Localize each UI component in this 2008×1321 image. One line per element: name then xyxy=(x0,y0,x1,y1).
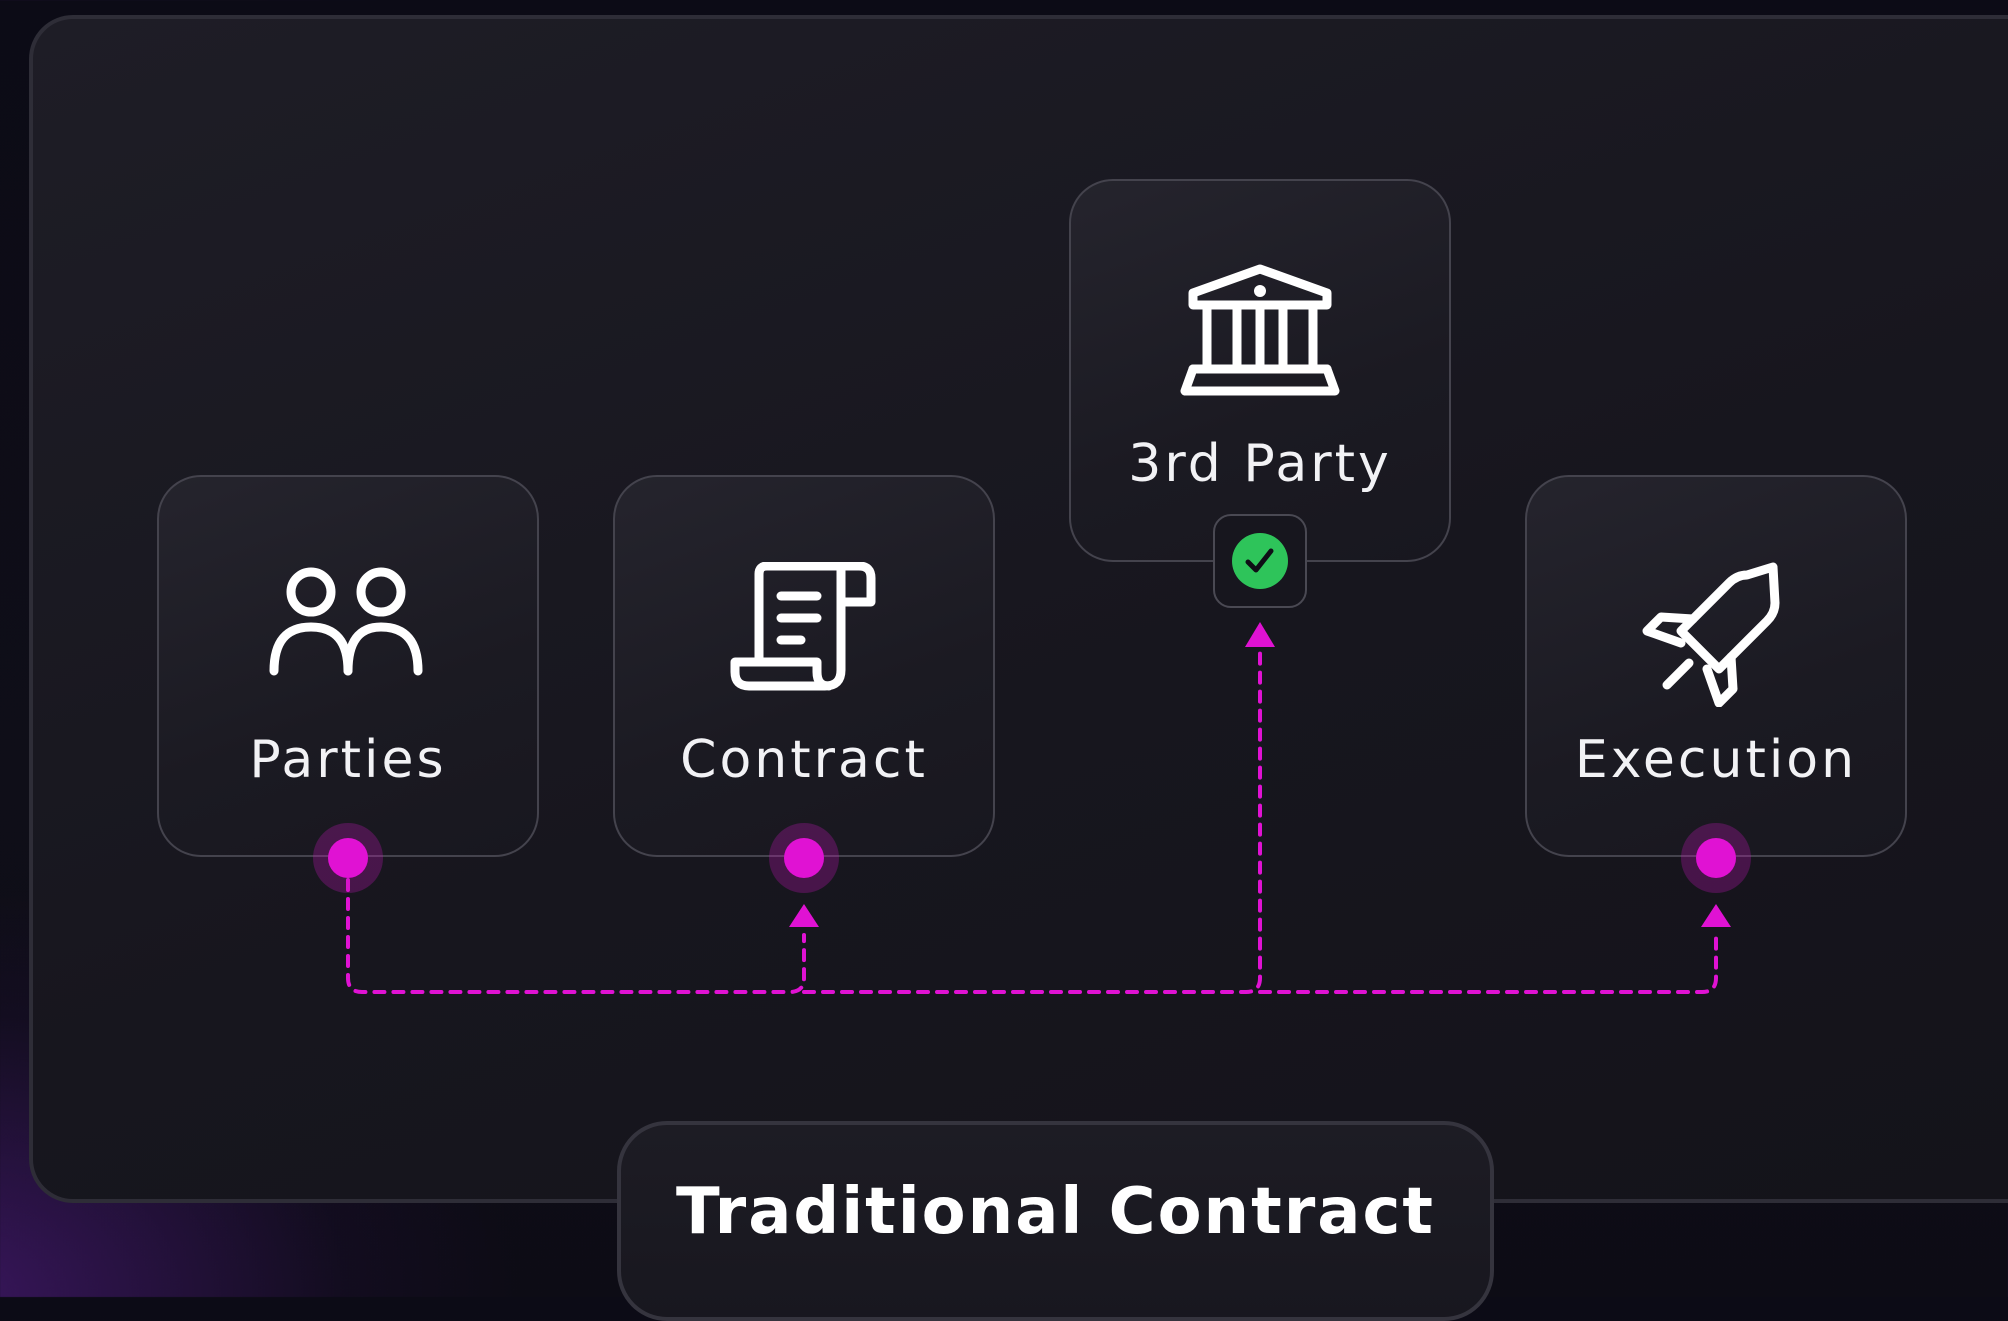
node-label-parties: Parties xyxy=(249,730,447,790)
check-circle-icon xyxy=(1232,533,1288,589)
node-label-execution: Execution xyxy=(1574,730,1858,790)
anchor-dot-execution xyxy=(1681,823,1751,893)
anchor-dot-parties xyxy=(313,823,383,893)
arrowhead-execution xyxy=(1701,904,1731,927)
rocket-icon xyxy=(1527,557,1905,707)
scroll-icon xyxy=(615,562,993,692)
node-label-third-party: 3rd Party xyxy=(1128,434,1392,494)
arrowhead-third-party xyxy=(1245,622,1275,647)
node-third-party: 3rd Party xyxy=(1069,179,1451,562)
diagram-title: Traditional Contract xyxy=(676,1175,1435,1249)
connector-to-execution xyxy=(1258,933,1718,994)
arrowhead-contract xyxy=(789,904,819,927)
anchor-dot-contract xyxy=(769,823,839,893)
verified-badge xyxy=(1213,514,1307,608)
node-parties: Parties xyxy=(157,475,539,857)
node-label-contract: Contract xyxy=(680,730,928,790)
bank-icon xyxy=(1071,263,1449,399)
diagram-title-pill: Traditional Contract xyxy=(617,1121,1494,1321)
node-execution: Execution xyxy=(1525,475,1907,857)
node-contract: Contract xyxy=(613,475,995,857)
users-icon xyxy=(159,567,537,687)
connector-parties-down xyxy=(346,878,806,994)
